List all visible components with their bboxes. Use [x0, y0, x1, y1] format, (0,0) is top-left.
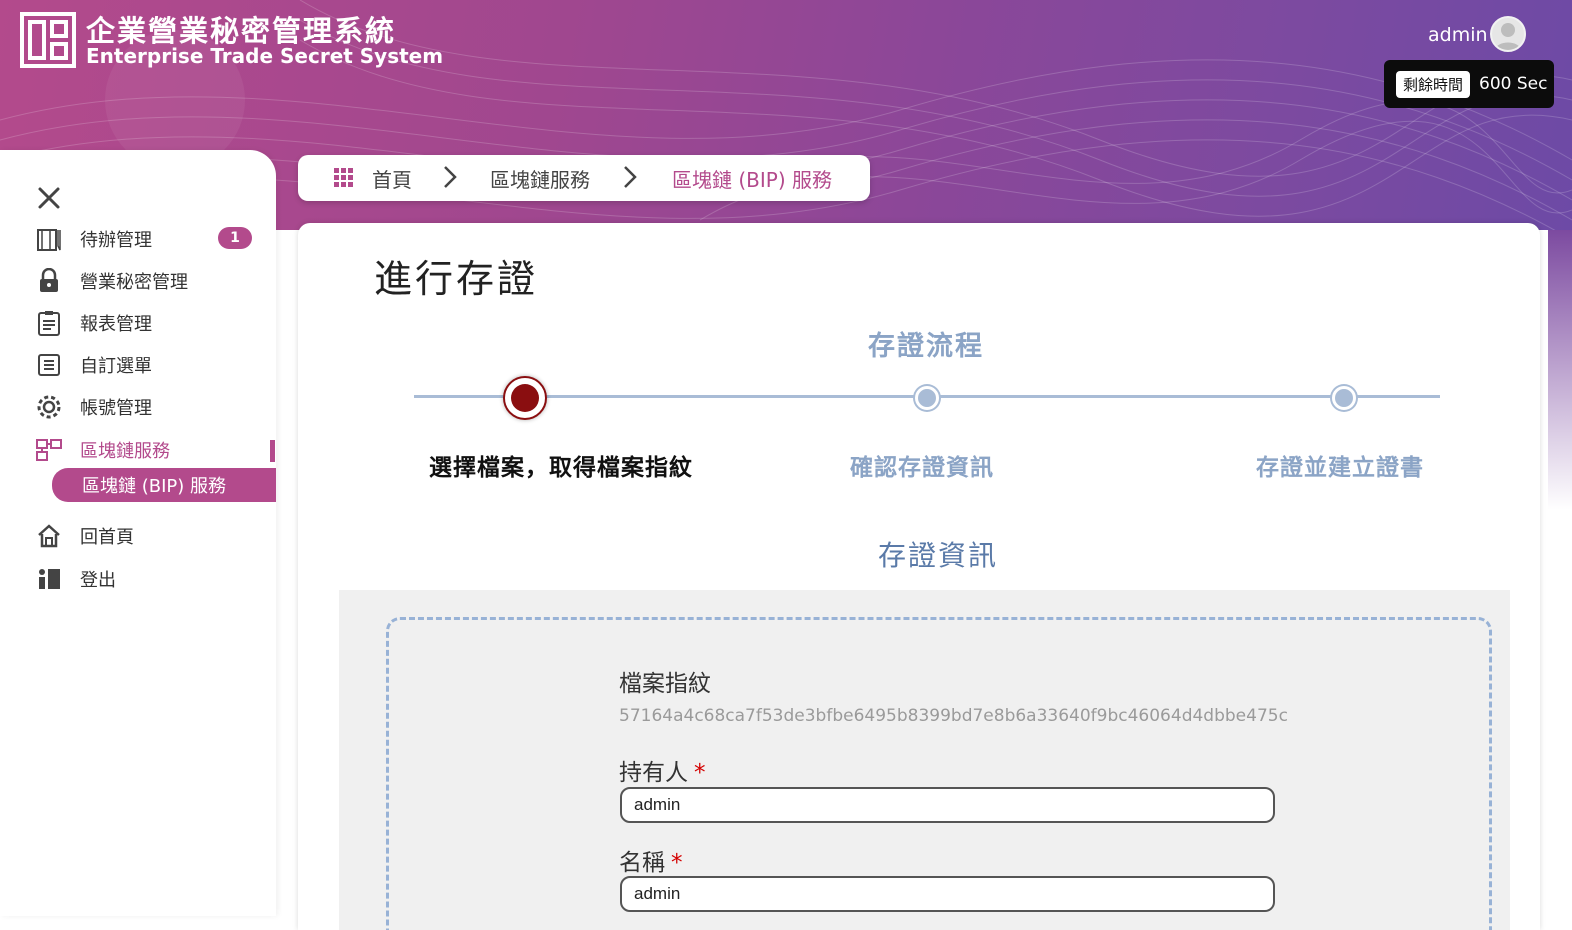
todo-count-badge: 1 [218, 227, 252, 249]
clipboard-todo-icon [34, 225, 64, 253]
sidebar-item-label: 營業秘密管理 [80, 272, 188, 293]
owner-input[interactable] [620, 787, 1275, 823]
timer-label: 剩餘時間 [1396, 70, 1471, 98]
active-indicator [270, 440, 275, 462]
report-icon [34, 309, 64, 337]
step-3-marker [1332, 386, 1356, 410]
sidebar-item-label: 自訂選單 [80, 356, 152, 377]
sidebar-item-custom-menu[interactable]: 自訂選單 [34, 349, 270, 381]
sidebar-item-label: 區塊鏈服務 [80, 441, 170, 462]
sidebar-item-label: 報表管理 [80, 314, 152, 335]
name-label-text: 名稱 [619, 850, 665, 876]
sidebar-item-label: 待辦管理 [80, 230, 152, 251]
user-name[interactable]: admin [1428, 24, 1488, 46]
flow-title: 存證流程 [868, 331, 984, 362]
apps-grid-icon [334, 168, 353, 187]
required-mark: * [694, 760, 706, 786]
chevron-right-icon [624, 166, 637, 188]
name-label: 名稱 * [619, 843, 683, 877]
step-1-marker [503, 376, 547, 420]
sidebar-item-blockchain[interactable]: 區塊鏈服務 [34, 434, 270, 466]
session-timer: 剩餘時間 600 Sec [1384, 60, 1554, 108]
fingerprint-label: 檔案指紋 [619, 671, 711, 697]
step-2-label: 確認存證資訊 [850, 455, 994, 481]
sidebar-item-todo[interactable]: 待辦管理 1 [34, 223, 270, 255]
name-input[interactable] [620, 876, 1275, 912]
owner-label-text: 持有人 [619, 760, 688, 786]
breadcrumb-blockchain[interactable]: 區塊鏈服務 [490, 164, 590, 193]
close-icon[interactable] [36, 185, 62, 211]
step-3-label: 存證並建立證書 [1256, 455, 1424, 481]
sidebar-item-label: 登出 [80, 570, 116, 591]
breadcrumb-home[interactable]: 首頁 [372, 164, 412, 193]
chevron-right-icon [444, 166, 457, 188]
logo-icon [20, 12, 76, 68]
breadcrumb: 首頁 區塊鏈服務 區塊鏈 (BIP) 服務 [298, 155, 870, 201]
step-1-label: 選擇檔案，取得檔案指紋 [429, 455, 693, 481]
breadcrumb-current: 區塊鏈 (BIP) 服務 [672, 168, 832, 192]
timer-value: 600 Sec [1479, 74, 1548, 94]
sidebar-item-label: 帳號管理 [80, 398, 152, 419]
right-edge-strip [1548, 230, 1572, 930]
user-avatar-icon [1495, 23, 1521, 50]
sidebar-subitem-bip[interactable]: 區塊鏈 (BIP) 服務 [52, 468, 276, 502]
lock-icon [34, 267, 64, 295]
info-section-title: 存證資訊 [878, 539, 999, 572]
page-title: 進行存證 [374, 257, 539, 301]
home-icon [34, 522, 64, 550]
sidebar-item-trade-secret[interactable]: 營業秘密管理 [34, 265, 270, 297]
blockchain-icon [34, 436, 64, 464]
list-icon [34, 351, 64, 379]
gear-icon [34, 393, 64, 421]
step-2-marker [915, 386, 939, 410]
sidebar-item-home[interactable]: 回首頁 [34, 520, 270, 552]
sidebar-item-logout[interactable]: 登出 [34, 563, 270, 595]
owner-label: 持有人 * [619, 753, 706, 787]
app-subtitle: Enterprise Trade Secret System [86, 44, 444, 68]
logout-icon [34, 565, 64, 593]
fingerprint-value: 57164a4c68ca7f53de3bfbe6495b8399bd7e8b6a… [619, 706, 1288, 726]
sidebar-item-accounts[interactable]: 帳號管理 [34, 391, 270, 423]
sidebar-item-reports[interactable]: 報表管理 [34, 307, 270, 339]
sidebar-item-label: 回首頁 [80, 527, 134, 548]
required-mark: * [671, 850, 683, 876]
avatar[interactable] [1490, 16, 1526, 52]
